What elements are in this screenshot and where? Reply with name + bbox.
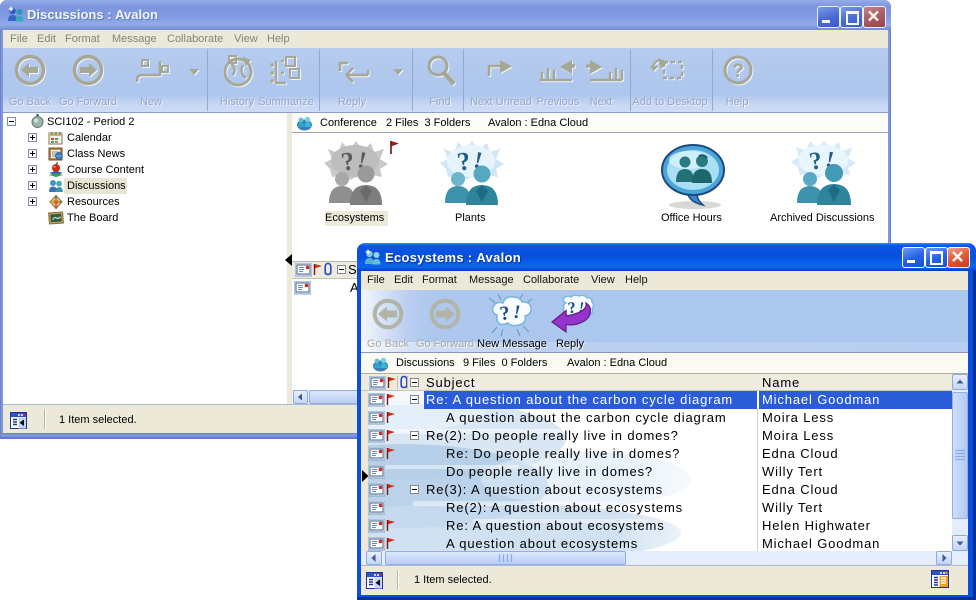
svg-text:?: ?: [732, 61, 744, 82]
